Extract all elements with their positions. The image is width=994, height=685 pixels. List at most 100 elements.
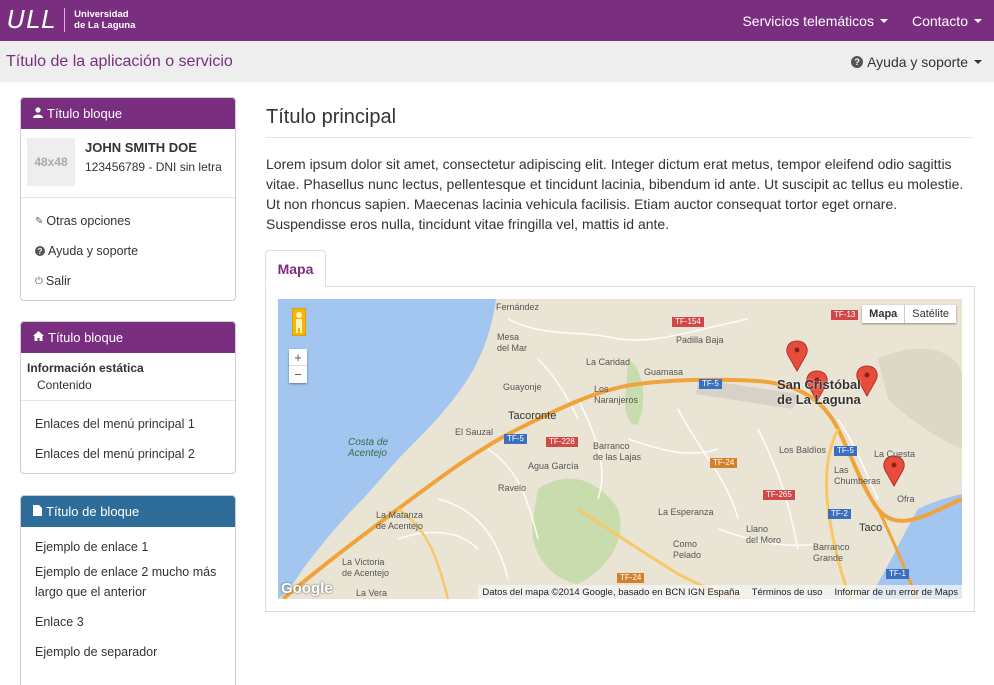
- question-icon: ?: [35, 246, 45, 256]
- place-label: Guayonje: [503, 382, 542, 392]
- sidebar-item-label: Salir: [45, 274, 71, 288]
- map-report-link[interactable]: Informar de un error de Maps: [834, 587, 958, 598]
- place-label: El Sauzal: [455, 427, 494, 437]
- pencil-icon: ✎: [35, 215, 44, 227]
- road-badge: TF-24: [617, 573, 645, 583]
- place-label: Padilla Baja: [676, 335, 724, 345]
- google-logo[interactable]: Google: [281, 580, 333, 597]
- sidebar-item-label: largo que el anterior: [35, 585, 147, 599]
- static-title: Información estática: [27, 361, 144, 375]
- sidebar-item-menu-2[interactable]: Enlaces del menú principal 2: [21, 439, 235, 469]
- map-terms-link[interactable]: Términos de uso: [752, 587, 823, 598]
- sidebar-item-label: Ayuda y soporte: [48, 244, 139, 258]
- road-badge: TF-24: [710, 458, 738, 468]
- user-panel: Título bloque 48x48 JOHN SMITH DOE 12345…: [20, 97, 236, 301]
- top-nav: Servicios telemáticos Contacto: [730, 0, 994, 41]
- place-label: Como Pelado: [673, 539, 702, 560]
- sidebar-item-label: Ejemplo de enlace 1: [35, 540, 149, 554]
- sidebar-item-label: Enlaces del menú principal 1: [35, 417, 195, 431]
- user-id: 123456789 - DNI sin letra: [85, 160, 222, 174]
- sidebar-item-salir[interactable]: ⏻ Salir: [21, 266, 235, 296]
- logo-mark: ULL: [7, 5, 57, 34]
- power-icon: ⏻: [35, 275, 43, 287]
- sidebar-item-label: Otras opciones: [46, 214, 131, 228]
- zoom-out-button[interactable]: −: [289, 366, 307, 383]
- sidebar-item-label: Ejemplo de separador: [35, 645, 158, 659]
- map-marker[interactable]: [786, 340, 808, 373]
- help-support-menu[interactable]: ? Ayuda y soporte: [851, 54, 982, 70]
- app-title[interactable]: Título de la aplicación o servicio: [6, 53, 233, 71]
- place-label: Tacoronte: [508, 410, 557, 422]
- road-badge: TF-5: [834, 446, 857, 456]
- sidebar-link-2-cont[interactable]: largo que el anterior: [21, 582, 235, 602]
- sidebar-item-ayuda[interactable]: ? Ayuda y soporte: [21, 236, 235, 266]
- map-footer: Datos del mapa ©2014 Google, basado en B…: [478, 585, 962, 599]
- file-icon: [33, 504, 42, 519]
- nav-label: Servicios telemáticos: [742, 12, 874, 29]
- question-circle-icon: ?: [851, 56, 864, 68]
- static-info: Información estática Contenido: [21, 353, 235, 400]
- logo-divider: [64, 8, 66, 32]
- zoom-control: + −: [289, 349, 307, 383]
- static-content: Contenido: [37, 378, 92, 392]
- place-label: Taco: [859, 522, 883, 534]
- place-label: Agua García: [528, 461, 579, 471]
- place-label: Mesa del Mar: [497, 332, 528, 353]
- street-view-pegman-icon[interactable]: [292, 308, 306, 336]
- sidebar-link-separator[interactable]: Ejemplo de separador: [21, 637, 235, 667]
- sidebar-link-2[interactable]: Ejemplo de enlace 2 mucho más: [21, 562, 235, 582]
- road-badge: TF-13: [831, 310, 859, 320]
- panel-heading: Título bloque: [21, 322, 235, 353]
- sidebar-item-otras-opciones[interactable]: ✎ Otras opciones: [21, 206, 235, 236]
- place-label: Los Baldíos: [779, 445, 827, 455]
- place-label: La Matanza de Acentejo: [376, 510, 424, 531]
- sidebar-link-1[interactable]: Ejemplo de enlace 1: [21, 532, 235, 562]
- sidebar-item-label: Enlaces del menú principal 2: [35, 447, 195, 461]
- place-label: La Cuesta: [874, 449, 916, 459]
- user-name: JOHN SMITH DOE: [85, 140, 197, 155]
- road-badge: TF-5: [699, 379, 722, 389]
- caret-down-icon: [974, 18, 982, 23]
- google-map[interactable]: Fernández Mesa del Mar La Caridad Padill…: [278, 299, 962, 599]
- logo-line-1: Universidad: [74, 9, 129, 20]
- caret-down-icon: [974, 60, 982, 64]
- home-icon: [33, 331, 44, 344]
- nav-label: Contacto: [911, 12, 968, 29]
- sidebar-item-label: Enlace 3: [35, 615, 84, 629]
- road-badge: TF-1: [886, 569, 909, 579]
- university-logo[interactable]: ULL Universidad de La Laguna: [7, 6, 135, 34]
- place-label: Barranco de las Lajas: [593, 441, 642, 462]
- place-label: San Cristóbal de La Laguna: [777, 377, 861, 407]
- sidebar-link-3[interactable]: Enlace 3: [21, 607, 235, 637]
- nav-servicios-telematicos[interactable]: Servicios telemáticos: [730, 13, 900, 29]
- zoom-in-button[interactable]: +: [289, 349, 307, 366]
- info-panel: Título bloque Información estática Conte…: [20, 321, 236, 474]
- user-info: 48x48 JOHN SMITH DOE 123456789 - DNI sin…: [21, 129, 235, 197]
- place-label: Guamasa: [644, 367, 684, 377]
- road-badge: TF-2: [828, 509, 851, 519]
- title-divider: [266, 137, 973, 138]
- place-label: Las Chumberas: [834, 465, 881, 486]
- place-label: Llano del Moro: [746, 524, 782, 545]
- caret-down-icon: [879, 18, 888, 23]
- map-type-satelite-button[interactable]: Satélite: [905, 305, 956, 323]
- nav-contacto[interactable]: Contacto: [900, 13, 994, 29]
- place-label: Fernández: [496, 302, 540, 312]
- place-label: Ofra: [897, 494, 915, 504]
- tab-bar: Mapa: [265, 250, 975, 287]
- panel-title: Título bloque: [47, 106, 123, 121]
- tab-mapa[interactable]: Mapa: [265, 250, 326, 287]
- panel-title: Título bloque: [48, 330, 124, 345]
- road-badge: TF-154: [672, 317, 704, 327]
- place-label: La Caridad: [586, 357, 631, 367]
- map-marker[interactable]: [883, 455, 905, 488]
- place-label: La Vera: [356, 588, 388, 598]
- panel-heading: Título bloque: [21, 98, 235, 129]
- sidebar-item-label: Ejemplo de enlace 2 mucho más: [35, 565, 217, 579]
- top-navbar: ULL Universidad de La Laguna Servicios t…: [0, 0, 994, 41]
- road-badge: TF-228: [546, 437, 578, 447]
- place-label: Ravelo: [498, 483, 527, 493]
- map-type-mapa-button[interactable]: Mapa: [862, 305, 906, 323]
- sidebar-item-menu-1[interactable]: Enlaces del menú principal 1: [21, 409, 235, 439]
- page-title: Título principal: [266, 106, 397, 128]
